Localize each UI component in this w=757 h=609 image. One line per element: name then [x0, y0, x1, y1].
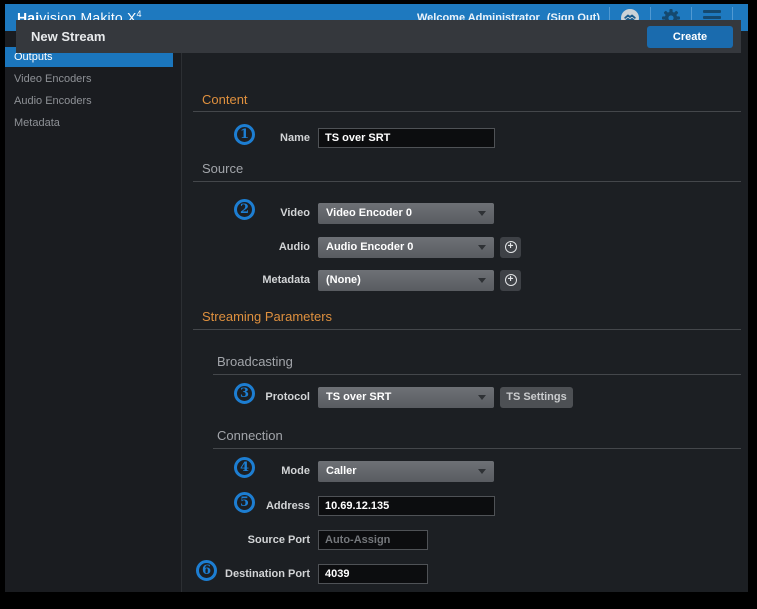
add-audio-button[interactable]: +: [500, 237, 521, 258]
plus-icon: +: [505, 274, 517, 286]
section-divider: [213, 448, 741, 449]
audio-label: Audio: [165, 241, 310, 253]
sidebar: Outputs Video Encoders Audio Encoders Me…: [5, 31, 181, 592]
chevron-down-icon: [478, 211, 486, 216]
name-input[interactable]: [318, 128, 495, 148]
destination-port-input[interactable]: [318, 564, 428, 584]
page-toolbar: New Stream Create: [16, 20, 741, 53]
section-divider: [213, 374, 741, 375]
chevron-down-icon: [478, 245, 486, 250]
protocol-select-value: TS over SRT: [326, 391, 391, 403]
sidebar-item-metadata[interactable]: Metadata: [5, 113, 181, 133]
metadata-select-value: (None): [326, 274, 361, 286]
add-metadata-button[interactable]: +: [500, 270, 521, 291]
source-port-row: Source Port: [165, 529, 741, 551]
section-header-source: Source: [202, 161, 243, 176]
mode-select-value: Caller: [326, 465, 357, 477]
name-row: 1 Name: [165, 127, 741, 149]
destination-port-label: Destination Port: [165, 568, 310, 580]
chevron-down-icon: [478, 278, 486, 283]
metadata-label: Metadata: [165, 274, 310, 286]
step-badge-3: 3: [234, 383, 255, 404]
metadata-select[interactable]: (None): [318, 270, 494, 291]
audio-row: Audio Audio Encoder 0 +: [165, 236, 741, 258]
sidebar-item-audio-encoders[interactable]: Audio Encoders: [5, 91, 181, 111]
brand-superscript: 4: [137, 9, 142, 19]
audio-select-value: Audio Encoder 0: [326, 241, 413, 253]
section-header-broadcasting: Broadcasting: [217, 354, 293, 369]
step-badge-2: 2: [234, 199, 255, 220]
mode-row: 4 Mode Caller: [165, 460, 741, 482]
ts-settings-button[interactable]: TS Settings: [500, 387, 573, 408]
section-divider: [193, 111, 741, 112]
source-port-label: Source Port: [165, 534, 310, 546]
chevron-down-icon: [478, 395, 486, 400]
destination-port-row: 6 Destination Port: [165, 563, 741, 585]
section-divider: [193, 329, 741, 330]
video-select-value: Video Encoder 0: [326, 207, 412, 219]
plus-icon: +: [505, 241, 517, 253]
section-header-content: Content: [202, 92, 248, 107]
step-badge-1: 1: [234, 124, 255, 145]
video-select[interactable]: Video Encoder 0: [318, 203, 494, 224]
protocol-select[interactable]: TS over SRT: [318, 387, 494, 408]
app-window: Haivision Makito X4 Welcome Administrato…: [5, 4, 748, 592]
video-row: 2 Video Video Encoder 0: [165, 202, 741, 224]
page-title: New Stream: [31, 29, 105, 44]
address-row: 5 Address: [165, 495, 741, 517]
metadata-row: Metadata (None) +: [165, 269, 741, 291]
mode-select[interactable]: Caller: [318, 461, 494, 482]
step-badge-5: 5: [234, 492, 255, 513]
audio-select[interactable]: Audio Encoder 0: [318, 237, 494, 258]
address-input[interactable]: [318, 496, 495, 516]
protocol-row: 3 Protocol TS over SRT TS Settings: [165, 386, 741, 408]
section-divider: [193, 181, 741, 182]
create-button[interactable]: Create: [647, 26, 733, 48]
step-badge-6: 6: [196, 560, 217, 581]
chevron-down-icon: [478, 469, 486, 474]
sidebar-item-video-encoders[interactable]: Video Encoders: [5, 69, 181, 89]
section-header-streaming-parameters: Streaming Parameters: [202, 309, 332, 324]
source-port-input[interactable]: [318, 530, 428, 550]
section-header-connection: Connection: [217, 428, 283, 443]
step-badge-4: 4: [234, 457, 255, 478]
